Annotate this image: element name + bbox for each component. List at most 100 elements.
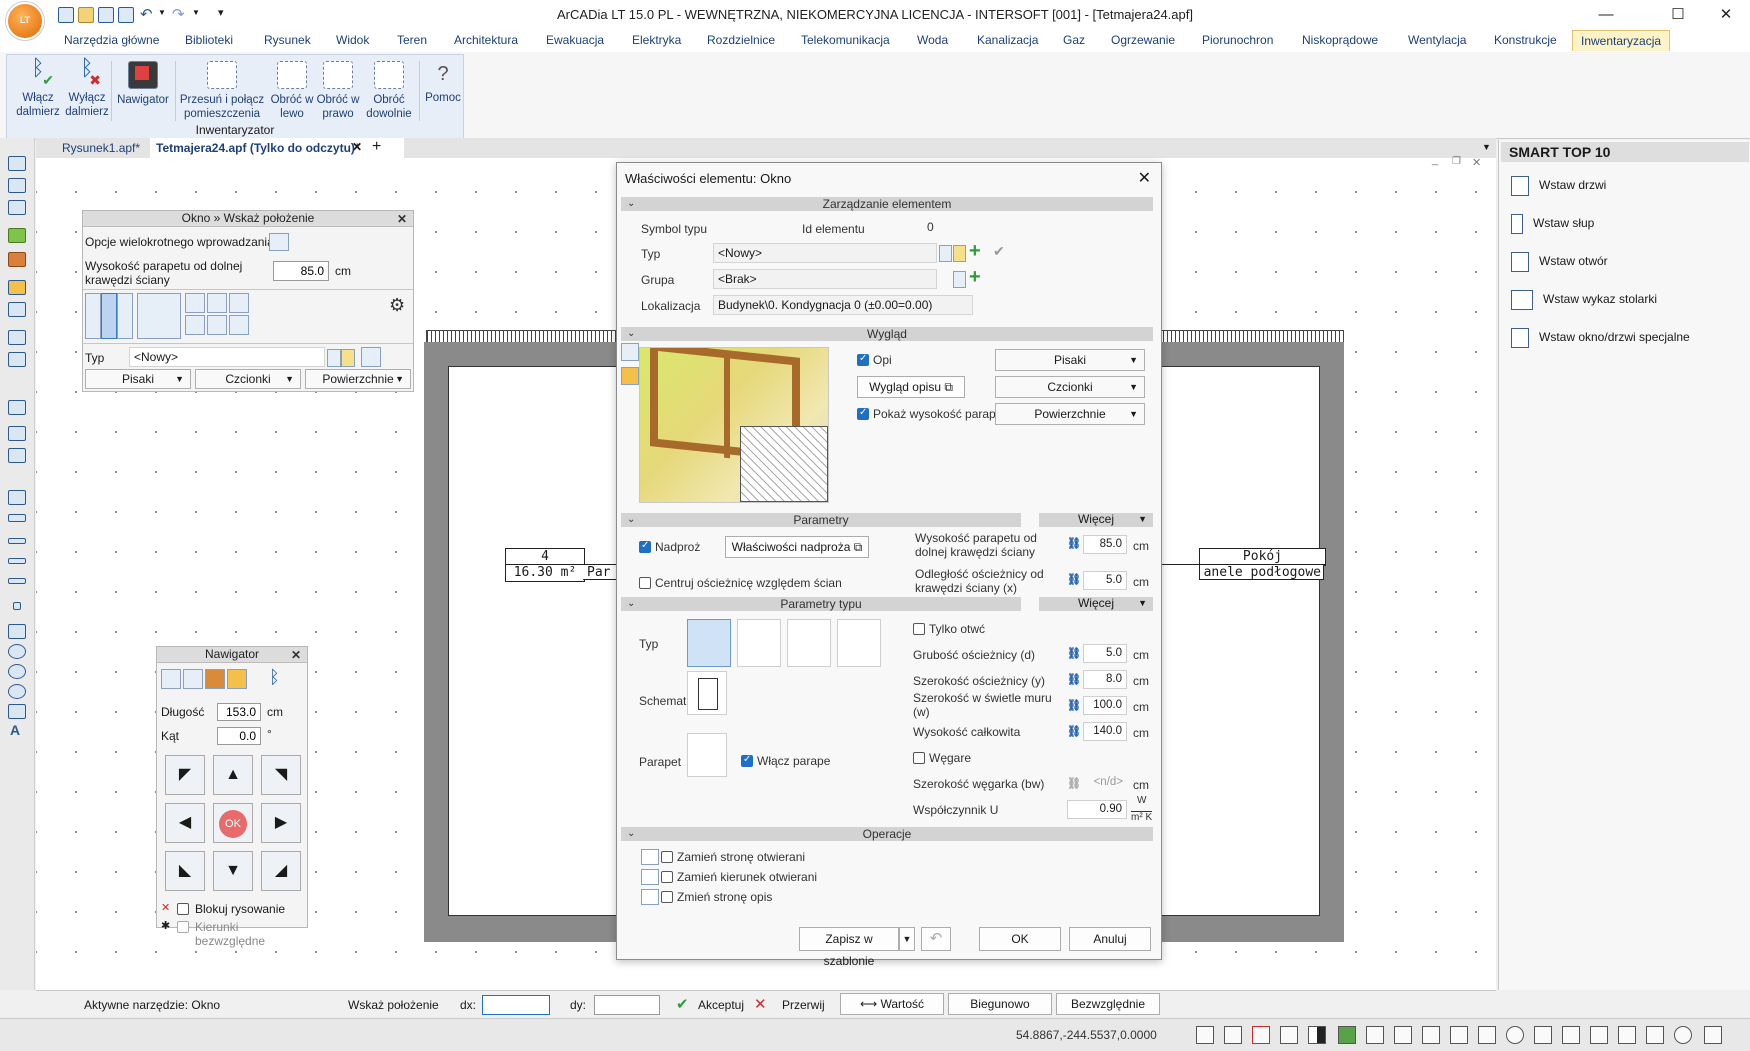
parameters-more-dropdown[interactable]: Więcej ▼ (1039, 513, 1153, 527)
dy-input[interactable] (594, 995, 660, 1015)
change-desc-side-checkbox[interactable] (661, 891, 673, 903)
tool-grid-icon[interactable] (8, 280, 26, 295)
dots-toggle-icon[interactable] (1422, 1026, 1440, 1044)
tool-rectangle-icon[interactable] (8, 704, 26, 719)
tab-teren[interactable]: Teren (397, 33, 427, 47)
window-panel-close-icon[interactable]: ✕ (397, 212, 407, 226)
polar-toggle-icon[interactable] (1506, 1026, 1524, 1044)
tool-ellipse-icon[interactable] (8, 684, 26, 699)
fullscreen-icon[interactable] (1704, 1026, 1722, 1044)
reveal-width-link-icon[interactable]: ⛓ (1067, 777, 1081, 793)
tool-text-icon[interactable]: A (10, 722, 20, 738)
nav-mode-2-icon[interactable] (183, 669, 203, 689)
obroc-w-prawo-button[interactable]: Obróć w prawo (313, 61, 363, 121)
total-height-link-icon[interactable]: ⛓ (1067, 725, 1081, 741)
tab-telekomunikacja[interactable]: Telekomunikacja (801, 33, 890, 47)
param-offset-link-icon[interactable]: ⛓ (1067, 573, 1081, 589)
maximize-button[interactable]: ☐ (1658, 4, 1698, 26)
tab-niskopradowe[interactable]: Niskoprądowe (1302, 33, 1378, 47)
przesun-polacz-button[interactable]: Przesuń i połącz pomieszczenia (179, 61, 265, 121)
tab-kanalizacja[interactable]: Kanalizacja (977, 33, 1038, 47)
wlacz-dalmierz-button[interactable]: ᛒ ✔ Włącz dalmierz (11, 57, 65, 119)
section-type-params-header[interactable]: ⌄ Parametry typu (621, 597, 1021, 611)
reveal-width-input[interactable]: <n/d> (1083, 774, 1127, 793)
param-sill-input[interactable]: 85.0 (1083, 535, 1127, 554)
tool-zoom-extent-icon[interactable] (8, 426, 26, 441)
opis-checkbox[interactable] (857, 353, 869, 366)
nav-bluetooth-icon[interactable]: ᛒ (269, 667, 280, 688)
ortho-toggle-icon[interactable] (1478, 1026, 1496, 1044)
tab-architektura[interactable]: Architektura (454, 33, 518, 47)
close-button[interactable]: ✕ (1706, 4, 1746, 26)
nav-down-button[interactable]: ▼ (213, 851, 253, 891)
layout-toggle-icon[interactable] (1280, 1026, 1298, 1044)
tool-window-icon[interactable] (8, 302, 26, 317)
param-offset-input[interactable]: 5.0 (1083, 571, 1127, 590)
select-toggle-icon[interactable] (1366, 1026, 1384, 1044)
snap-icon-3[interactable] (229, 293, 249, 313)
polar-button[interactable]: Biegunowo (948, 993, 1052, 1015)
mgmt-type-apply-icon[interactable]: ✔ (993, 243, 1005, 260)
type-edit-icon[interactable] (361, 347, 381, 367)
tab-rysunek[interactable]: Rysunek (264, 33, 311, 47)
mgmt-type-add-icon[interactable]: + (969, 240, 981, 263)
param-sill-link-icon[interactable]: ⛓ (1067, 537, 1081, 553)
group-copy-icon[interactable] (953, 271, 966, 288)
sill-type-option[interactable] (687, 733, 727, 777)
total-height-input[interactable]: 140.0 (1083, 722, 1127, 741)
tab-elektryka[interactable]: Elektryka (632, 33, 681, 47)
lintel-checkbox[interactable] (639, 540, 651, 553)
tool-measure-icon[interactable] (8, 490, 26, 505)
preview-3d-icon[interactable] (621, 367, 639, 385)
nav-left-button[interactable]: ◀ (165, 803, 205, 843)
tool-polyline-icon[interactable] (8, 624, 26, 639)
frame-thickness-link-icon[interactable]: ⛓ (1067, 647, 1081, 663)
lintel-props-button[interactable]: Właściwości nadproża ⧉ (725, 536, 869, 558)
tool-line-icon[interactable] (8, 558, 26, 564)
window-type-special-option[interactable] (837, 619, 881, 667)
interrupt-icon[interactable]: ✕ (754, 995, 767, 1013)
tab-ewakuacja[interactable]: Ewakuacja (546, 33, 604, 47)
placement-right-icon[interactable] (117, 293, 133, 339)
czcionki-dropdown[interactable]: Czcionki ▼ (195, 369, 301, 389)
show-sill-checkbox[interactable] (857, 407, 869, 420)
smart-item-wstaw-okno-specjalne[interactable]: Wstaw okno/drzwi specjalne (1511, 328, 1690, 348)
snap-toggle-icon[interactable] (1196, 1026, 1214, 1044)
swap-side-checkbox[interactable] (661, 851, 673, 863)
tool-layers-icon[interactable] (8, 156, 26, 171)
snap-icon-1[interactable] (185, 293, 205, 313)
smart-item-wstaw-otwor[interactable]: Wstaw otwór (1511, 252, 1608, 272)
group-field[interactable]: <Brak> (713, 269, 937, 289)
nav-down-left-button[interactable]: ◣ (165, 851, 205, 891)
mgmt-type-field[interactable]: <Nowy> (713, 243, 937, 263)
window-type-arch-option[interactable] (737, 619, 781, 667)
tabs-dropdown-icon[interactable]: ▼ (1482, 142, 1491, 152)
absolute-directions-checkbox[interactable] (177, 921, 189, 933)
smart-item-wstaw-drzwi[interactable]: Wstaw drzwi (1511, 176, 1606, 196)
clear-width-link-icon[interactable]: ⛓ (1067, 699, 1081, 715)
dialog-close-icon[interactable]: ✕ (1138, 168, 1151, 188)
tool-circle-icon[interactable] (8, 644, 26, 659)
appearance-powierzchnie-dropdown[interactable]: Powierzchnie ▼ (995, 403, 1145, 425)
canvas-window-restore-icon[interactable]: ❐ (1452, 156, 1461, 167)
cancel-button[interactable]: Anuluj (1069, 927, 1151, 951)
nav-up-right-button[interactable]: ◥ (261, 755, 301, 795)
tool-refresh-icon[interactable] (8, 400, 26, 415)
tab-rozdzielnice[interactable]: Rozdzielnice (707, 33, 775, 47)
tab-ogrzewanie[interactable]: Ogrzewanie (1111, 33, 1175, 47)
tab-widok[interactable]: Widok (336, 33, 369, 47)
type-field[interactable]: <Nowy> (129, 347, 325, 367)
snap-icon-4[interactable] (185, 315, 205, 335)
navigator-close-icon[interactable]: ✕ (291, 648, 301, 662)
scheme-option[interactable] (687, 671, 727, 715)
app-logo-icon[interactable]: LT (6, 2, 44, 40)
grid-toggle-icon[interactable] (1450, 1026, 1468, 1044)
sill-enable-checkbox[interactable] (741, 754, 753, 767)
window-type-double-arch-option[interactable] (787, 619, 831, 667)
wylacz-dalmierz-button[interactable]: ᛒ ✖ Wyłącz dalmierz (61, 57, 113, 119)
accept-label[interactable]: Akceptuj (698, 998, 744, 1012)
minimize-button[interactable]: — (1586, 4, 1626, 26)
nav-up-button[interactable]: ▲ (213, 755, 253, 795)
tool-arc-icon[interactable] (8, 664, 26, 679)
object-toggle-icon[interactable] (1338, 1026, 1356, 1044)
